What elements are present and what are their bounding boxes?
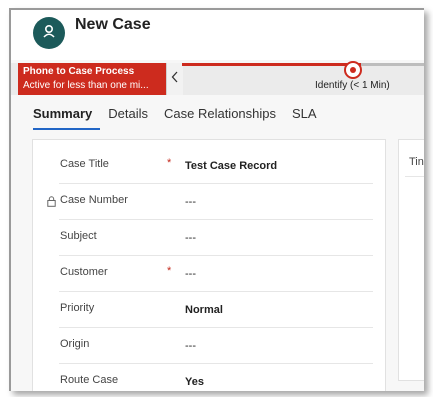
required-marker: * <box>167 157 172 169</box>
field-value[interactable]: --- <box>185 232 196 244</box>
stage-node-identify[interactable] <box>344 61 362 79</box>
section-title: Tin <box>409 156 424 168</box>
process-duration: Active for less than one mi... <box>23 80 149 91</box>
field-label: Priority <box>60 302 95 314</box>
user-icon <box>41 23 57 44</box>
chevron-left-icon <box>171 70 179 88</box>
field-label: Customer <box>60 266 108 278</box>
process-track-remaining <box>361 63 424 66</box>
process-title: Phone to Case Process <box>23 66 135 77</box>
field-row-origin[interactable]: Origin --- <box>33 328 373 364</box>
field-value[interactable]: --- <box>185 340 196 352</box>
field-row-customer[interactable]: Customer * --- <box>33 256 373 292</box>
field-label: Subject <box>60 230 97 242</box>
field-label: Origin <box>60 338 90 350</box>
tab-details[interactable]: Details <box>108 106 156 128</box>
tab-summary[interactable]: Summary <box>33 106 101 130</box>
required-marker: * <box>167 265 172 277</box>
form-tabs: Summary Details Case Relationships SLA <box>33 106 333 130</box>
page-title: New Case <box>75 16 151 33</box>
field-label: Route Case <box>60 374 119 386</box>
collapse-process-button[interactable] <box>166 63 183 95</box>
field-value[interactable]: Yes <box>185 376 204 388</box>
field-row-case-number: Case Number --- <box>33 184 373 220</box>
case-form-window: New Case Phone to Case Process Active fo… <box>9 8 424 391</box>
field-value[interactable]: Test Case Record <box>185 160 277 172</box>
field-row-case-title[interactable]: Case Title * Test Case Record <box>33 148 373 184</box>
active-process-stage[interactable]: Phone to Case Process Active for less th… <box>18 63 166 95</box>
business-process-bar: Phone to Case Process Active for less th… <box>11 61 424 95</box>
tab-case-relationships[interactable]: Case Relationships <box>164 106 284 128</box>
timeline-section: Tin <box>398 139 424 381</box>
stage-label-identify[interactable]: Identify (< 1 Min) <box>315 80 390 91</box>
summary-section: Case Title * Test Case Record Case Numbe… <box>32 139 386 391</box>
field-label: Case Number <box>60 194 128 206</box>
field-label: Case Title <box>60 158 109 170</box>
tab-sla[interactable]: SLA <box>292 106 325 128</box>
field-row-subject[interactable]: Subject --- <box>33 220 373 256</box>
form-header: New Case <box>11 10 424 60</box>
field-value: --- <box>185 196 196 208</box>
field-value[interactable]: Normal <box>185 304 223 316</box>
section-divider <box>405 176 424 177</box>
record-avatar <box>33 17 65 49</box>
field-row-route-case[interactable]: Route Case Yes <box>33 364 373 391</box>
field-row-priority[interactable]: Priority Normal <box>33 292 373 328</box>
field-value[interactable]: --- <box>185 268 196 280</box>
lock-icon <box>47 194 56 212</box>
